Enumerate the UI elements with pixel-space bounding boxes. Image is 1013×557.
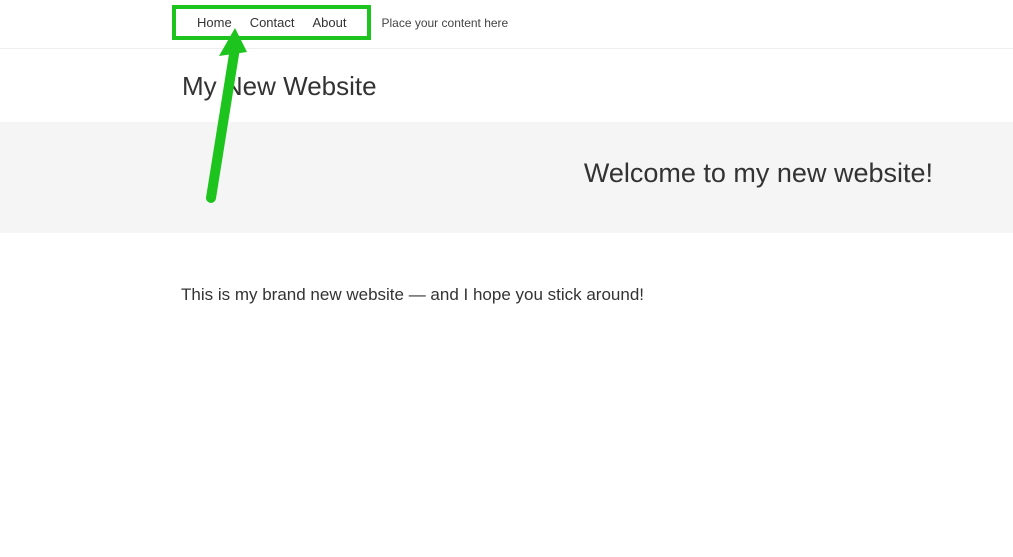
hero-heading: Welcome to my new website! [584,158,933,189]
body-intro-text: This is my brand new website — and I hop… [0,233,1013,305]
nav-item-about[interactable]: About [304,15,356,30]
nav-item-home[interactable]: Home [188,15,241,30]
hero-banner: Welcome to my new website! [0,122,1013,233]
nav-item-contact[interactable]: Contact [241,15,304,30]
nav-placeholder-hint: Place your content here [381,16,508,30]
site-title: My New Website [0,49,1013,122]
nav-box-highlight: Home Contact About [172,5,371,40]
nav-row: Home Contact About Place your content he… [0,0,1013,49]
